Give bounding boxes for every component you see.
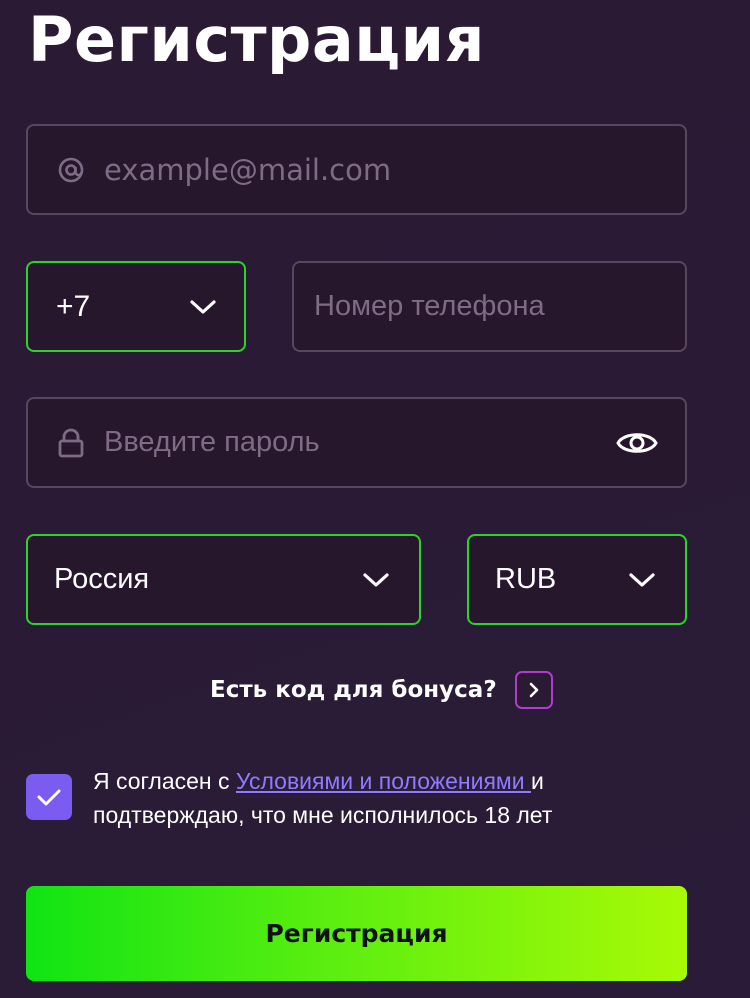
email-placeholder: example@mail.com bbox=[104, 152, 392, 187]
currency-select[interactable]: RUB bbox=[467, 534, 687, 625]
email-field[interactable]: example@mail.com bbox=[26, 124, 687, 215]
phone-placeholder: Номер телефона bbox=[314, 290, 545, 322]
terms-checkbox[interactable] bbox=[26, 774, 72, 820]
terms-link[interactable]: Условиями и положениями bbox=[236, 768, 531, 794]
country-select[interactable]: Россия bbox=[26, 534, 421, 625]
password-field[interactable]: Введите пароль bbox=[26, 397, 687, 488]
phone-code-value: +7 bbox=[56, 289, 91, 323]
eye-icon[interactable] bbox=[615, 427, 659, 459]
phone-field[interactable]: Номер телефона bbox=[292, 261, 687, 352]
lock-icon bbox=[56, 427, 86, 459]
chevron-down-icon bbox=[188, 297, 218, 317]
country-value: Россия bbox=[54, 563, 150, 595]
phone-code-select[interactable]: +7 bbox=[26, 261, 246, 352]
terms-agreement: Я согласен с Условиями и положениями и п… bbox=[26, 764, 706, 844]
chevron-right-icon[interactable] bbox=[514, 671, 553, 709]
bonus-code-toggle[interactable]: Есть код для бонуса? bbox=[210, 670, 553, 710]
register-button[interactable]: Регистрация bbox=[26, 886, 687, 981]
password-placeholder: Введите пароль bbox=[104, 426, 320, 458]
check-icon bbox=[37, 789, 61, 806]
chevron-down-icon bbox=[627, 570, 657, 590]
terms-prefix: Я согласен с bbox=[93, 768, 236, 794]
chevron-down-icon bbox=[361, 570, 391, 590]
terms-text: Я согласен с Условиями и положениями и п… bbox=[93, 764, 653, 844]
page-title: Регистрация bbox=[28, 3, 485, 76]
currency-value: RUB bbox=[495, 563, 557, 595]
bonus-label: Есть код для бонуса? bbox=[210, 677, 497, 703]
at-icon bbox=[56, 155, 86, 185]
